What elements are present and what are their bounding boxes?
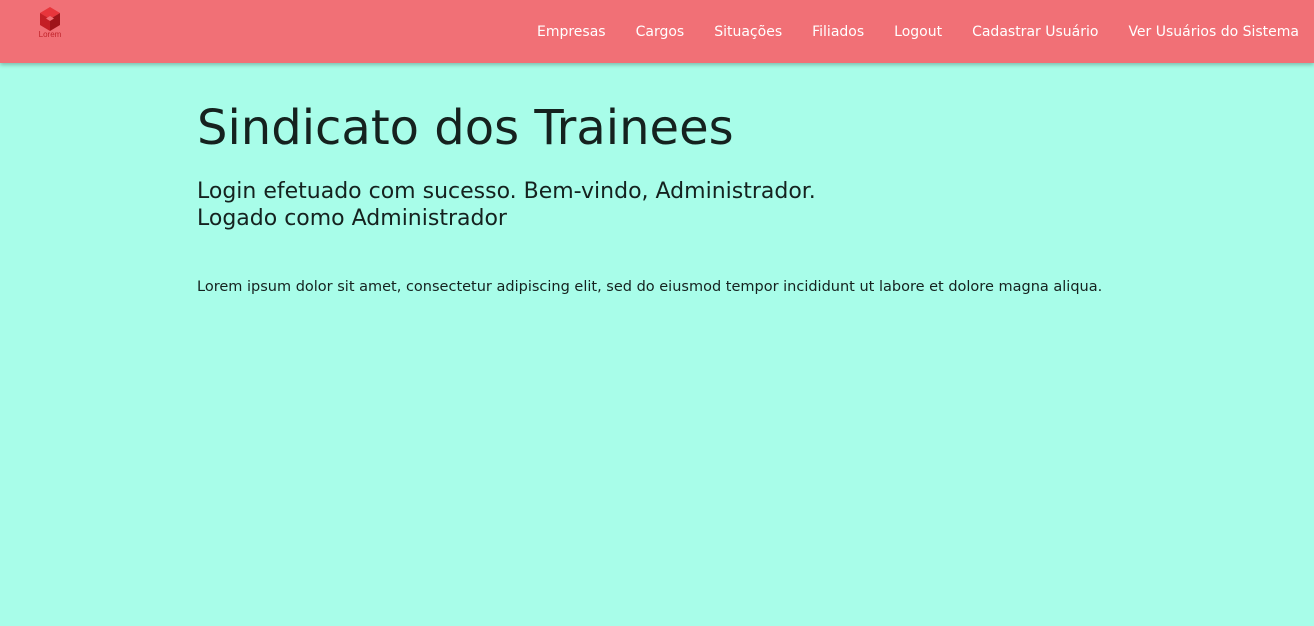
logo-cube-icon [40,7,60,31]
nav-menu: Empresas Cargos Situações Filiados Logou… [507,0,1299,63]
main-content: Sindicato dos Trainees Login efetuado co… [197,98,1197,297]
nav-link-situacoes[interactable]: Situações [714,24,782,40]
welcome-message: Login efetuado com sucesso. Bem-vindo, A… [197,178,1197,232]
nav-link-filiados[interactable]: Filiados [812,24,864,40]
body-paragraph: Lorem ipsum dolor sit amet, consectetur … [197,279,1103,295]
logo-text: Lorem [38,30,62,39]
logged-as-message: Logado como Administrador [197,206,507,231]
brand-logo[interactable]: Lorem [34,5,66,45]
login-success-message: Login efetuado com sucesso. Bem-vindo, A… [197,179,816,204]
top-navbar: Lorem Empresas Cargos Situações Filiados… [0,0,1314,63]
nav-link-logout[interactable]: Logout [894,24,942,40]
nav-link-empresas[interactable]: Empresas [537,24,606,40]
nav-link-ver-usuarios[interactable]: Ver Usuários do Sistema [1128,24,1299,40]
nav-link-cargos[interactable]: Cargos [636,24,685,40]
nav-link-cadastrar-usuario[interactable]: Cadastrar Usuário [972,24,1098,40]
page-title: Sindicato dos Trainees [197,100,734,156]
